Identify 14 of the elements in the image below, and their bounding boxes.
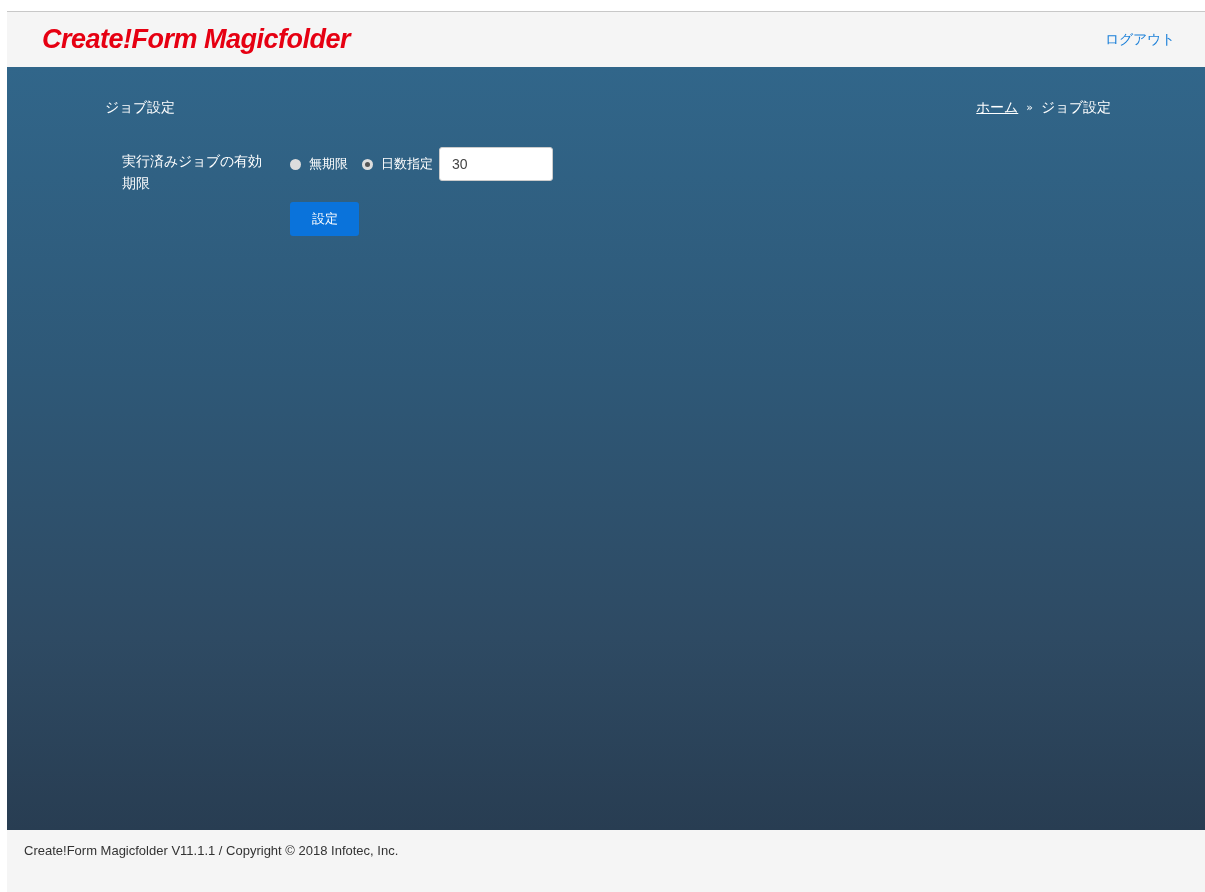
logout-link[interactable]: ログアウト bbox=[1105, 30, 1175, 49]
field-label: 実行済みジョブの有効期限 bbox=[122, 152, 263, 193]
radio-label: 日数指定 bbox=[381, 155, 433, 173]
radio-label: 無期限 bbox=[309, 155, 348, 173]
radio-button[interactable] bbox=[290, 158, 301, 170]
breadcrumb-current: ジョブ設定 bbox=[1041, 99, 1111, 117]
days-input-field[interactable]: 30 bbox=[439, 147, 553, 181]
footer-text: Create!Form Magicfolder V11.1.1 / Copyright © 2018 Infotec, Inc. bbox=[24, 843, 399, 858]
breadcrumb-home-link[interactable]: ホーム bbox=[976, 99, 1019, 117]
radio-button[interactable] bbox=[362, 158, 373, 170]
logo: Create!Form Magicfolder bbox=[42, 24, 351, 55]
submit-button[interactable]: 設定 bbox=[290, 202, 359, 236]
breadcrumb-separator: » bbox=[1026, 100, 1033, 116]
page-title: ジョブ設定 bbox=[105, 99, 175, 117]
